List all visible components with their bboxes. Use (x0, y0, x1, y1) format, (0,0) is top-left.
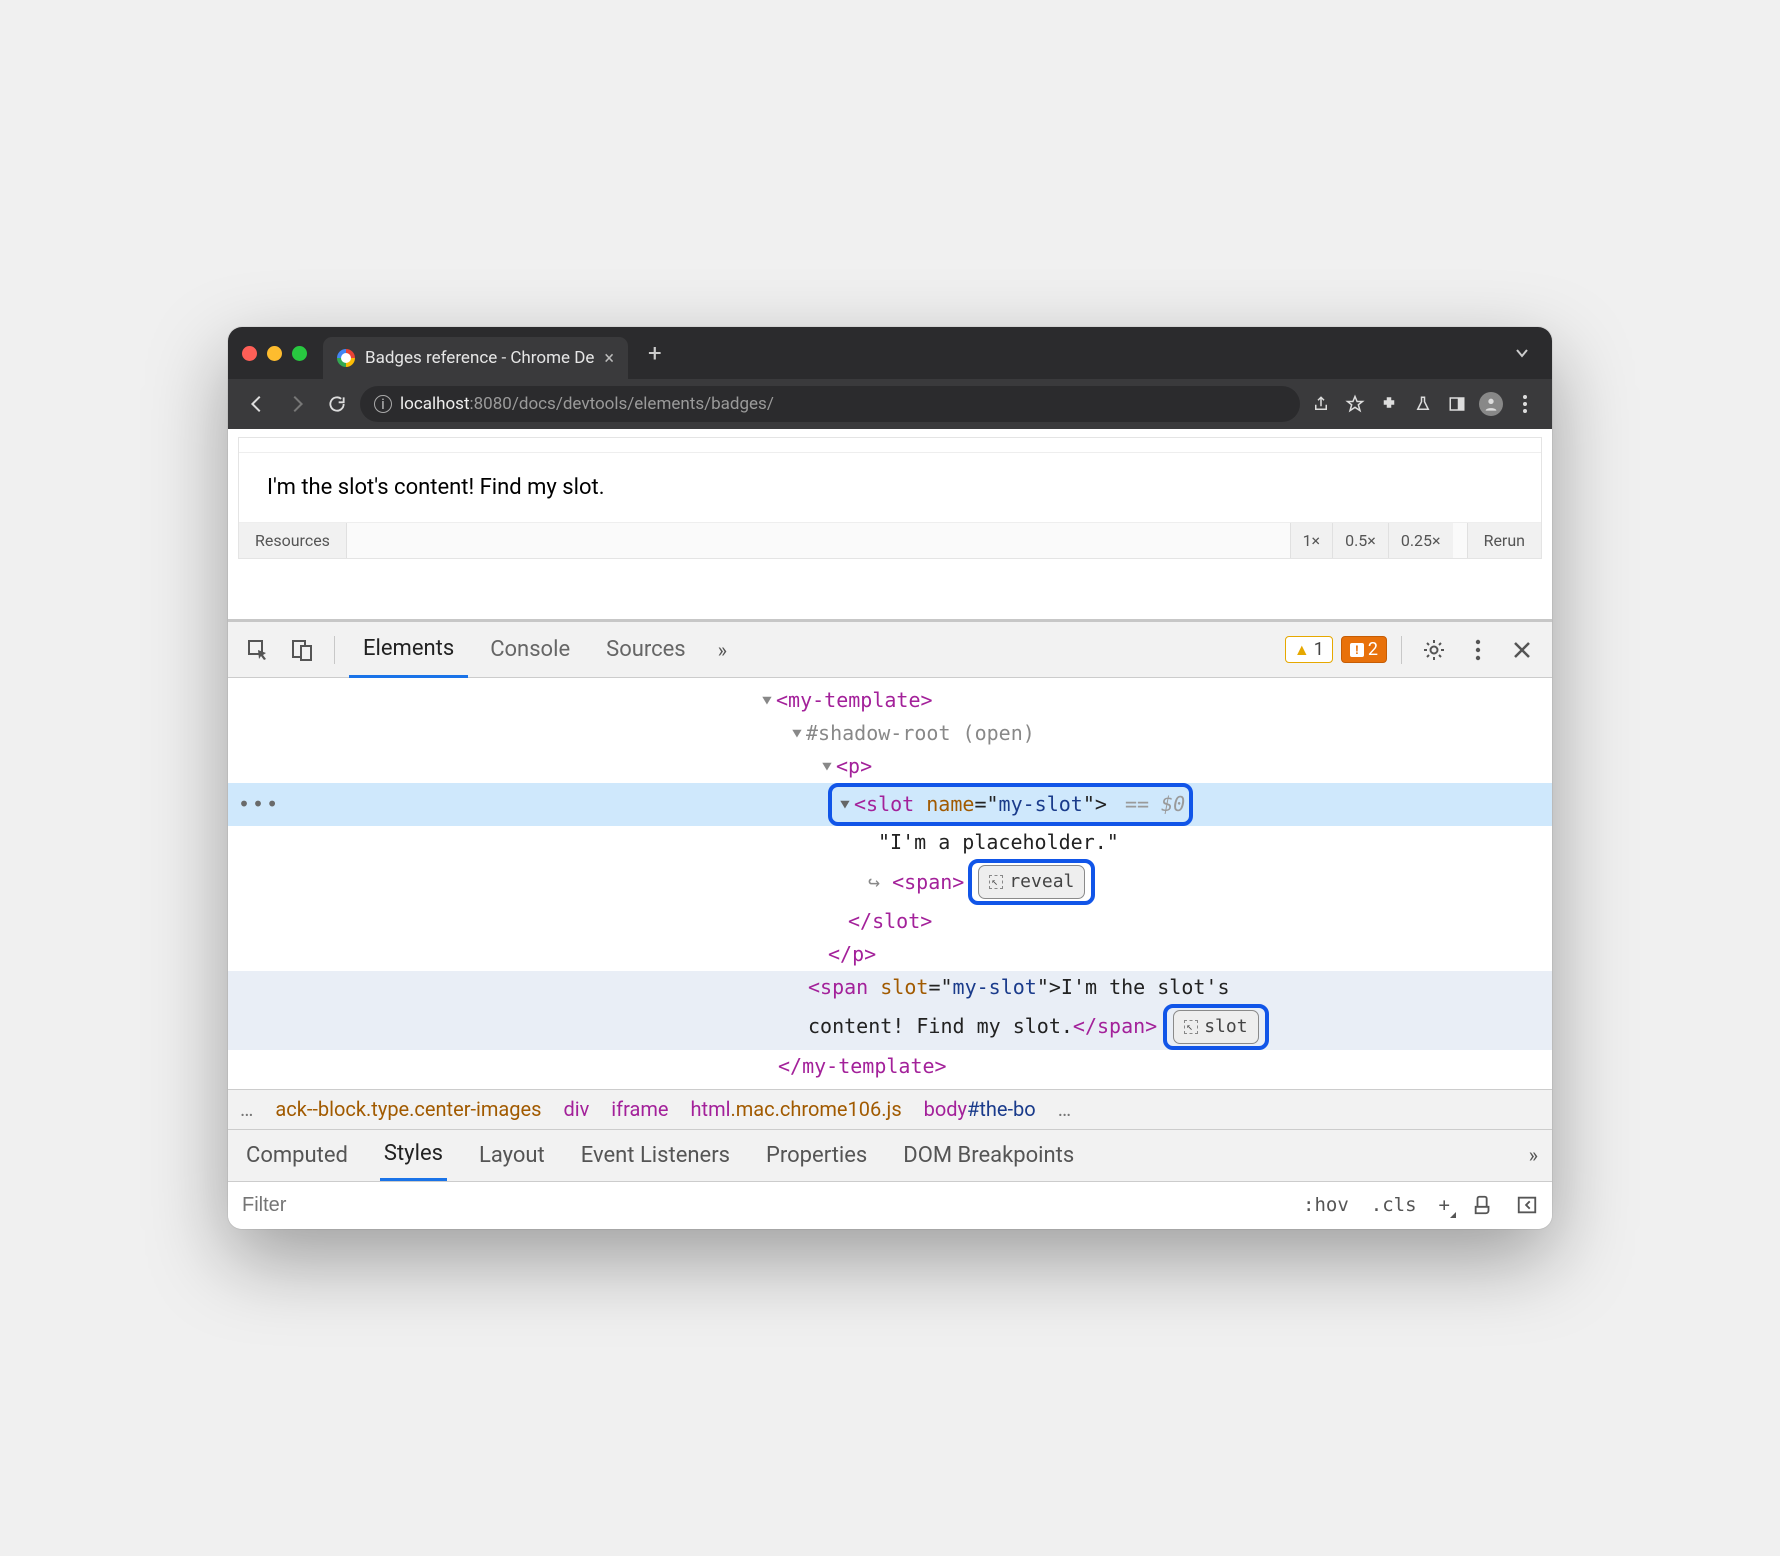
url-host: localhost (400, 394, 470, 414)
titlebar: Badges reference - Chrome De × + (228, 327, 1552, 379)
tab-event-listeners[interactable]: Event Listeners (577, 1131, 734, 1180)
breadcrumb-item[interactable]: iframe (611, 1097, 668, 1121)
tab-styles[interactable]: Styles (380, 1129, 447, 1181)
dom-breadcrumb[interactable]: … ack--block.type.center-images div ifra… (228, 1089, 1552, 1129)
settings-gear-icon[interactable] (1416, 632, 1452, 668)
demo-footer: Resources 1× 0.5× 0.25× Rerun (239, 522, 1541, 558)
dom-row[interactable]: ↪ <span> reveal (228, 859, 1552, 905)
breadcrumb-item[interactable]: body#the-bo (924, 1097, 1036, 1121)
close-devtools-icon[interactable] (1504, 632, 1540, 668)
styles-tabs: Computed Styles Layout Event Listeners P… (228, 1129, 1552, 1181)
dom-row[interactable]: </p> (228, 938, 1552, 971)
issues-badge[interactable]: ! 2 (1341, 636, 1387, 663)
extensions-icon[interactable] (1374, 389, 1404, 419)
inspect-element-icon[interactable] (240, 632, 276, 668)
device-toggle-icon[interactable] (284, 632, 320, 668)
close-window-button[interactable] (242, 346, 257, 361)
more-tabs-chevron-icon[interactable]: » (708, 638, 737, 662)
new-tab-button[interactable]: + (638, 339, 672, 367)
dom-row[interactable]: </slot> (228, 905, 1552, 938)
tab-sources[interactable]: Sources (592, 623, 700, 676)
zoom-1x-button[interactable]: 1× (1290, 523, 1333, 558)
page-viewport: I'm the slot's content! Find my slot. Re… (228, 429, 1552, 619)
row-actions-icon[interactable]: ••• (238, 788, 280, 821)
more-style-tabs-icon[interactable]: » (1529, 1143, 1538, 1167)
close-tab-button[interactable]: × (604, 348, 614, 369)
tab-layout[interactable]: Layout (475, 1131, 549, 1180)
expand-arrow-icon[interactable]: ▼ (834, 794, 856, 815)
toggle-sidebar-icon[interactable] (1512, 1194, 1542, 1216)
tab-console[interactable]: Console (476, 623, 584, 676)
dom-row[interactable]: </my-template> (228, 1050, 1552, 1083)
browser-tab[interactable]: Badges reference - Chrome De × (323, 337, 628, 379)
toolbar-icons (1306, 389, 1540, 419)
breadcrumb-overflow-left[interactable]: … (240, 1097, 253, 1121)
styles-filter-input[interactable] (238, 1190, 1285, 1221)
tab-elements[interactable]: Elements (349, 622, 468, 678)
paint-brush-icon[interactable] (1468, 1194, 1498, 1216)
url-port: :8080 (470, 394, 512, 414)
url-path: /docs/devtools/elements/badges/ (512, 394, 774, 414)
chrome-favicon-icon (337, 349, 355, 367)
reveal-pointer-icon (989, 875, 1003, 889)
menu-kebab-icon[interactable] (1510, 389, 1540, 419)
tab-title: Badges reference - Chrome De (365, 348, 594, 368)
styles-filter-bar: :hov .cls + (228, 1181, 1552, 1229)
tab-list-button[interactable] (1506, 345, 1538, 361)
site-info-icon[interactable]: i (374, 395, 392, 413)
cls-toggle-button[interactable]: .cls (1367, 1194, 1421, 1216)
share-icon[interactable] (1306, 389, 1336, 419)
dom-row-selected[interactable]: ••• ▼<slot name="my-slot"> == $0 (228, 783, 1552, 826)
new-style-rule-button[interactable]: + (1435, 1194, 1454, 1216)
dom-row[interactable]: ▼<p> (228, 750, 1552, 783)
issues-count: 2 (1368, 639, 1378, 660)
warning-triangle-icon: ▲ (1294, 640, 1310, 660)
expand-arrow-icon[interactable]: ▼ (816, 756, 838, 777)
breadcrumb-overflow-right[interactable]: … (1058, 1097, 1071, 1121)
traffic-lights (242, 346, 307, 361)
forward-button[interactable] (280, 387, 314, 421)
tab-dom-breakpoints[interactable]: DOM Breakpoints (899, 1131, 1078, 1180)
issues-flag-icon: ! (1350, 643, 1364, 657)
expand-arrow-icon[interactable]: ▼ (786, 723, 808, 744)
dom-row[interactable]: ▼#shadow-root (open) (228, 717, 1552, 750)
dom-row-hovered[interactable]: content! Find my slot.</span> slot (228, 1004, 1552, 1050)
warnings-count: 1 (1314, 639, 1324, 660)
tab-computed[interactable]: Computed (242, 1131, 352, 1180)
breadcrumb-item[interactable]: html.mac.chrome106.js (691, 1097, 902, 1121)
labs-flask-icon[interactable] (1408, 389, 1438, 419)
resources-button[interactable]: Resources (239, 523, 347, 558)
dom-row-hovered[interactable]: <span slot="my-slot">I'm the slot's (228, 971, 1552, 1004)
panel-icon[interactable] (1442, 389, 1472, 419)
rerun-button[interactable]: Rerun (1467, 523, 1541, 558)
dom-tree[interactable]: ▼<my-template> ▼#shadow-root (open) ▼<p>… (228, 678, 1552, 1088)
reload-button[interactable] (320, 387, 354, 421)
minimize-window-button[interactable] (267, 346, 282, 361)
warnings-badge[interactable]: ▲ 1 (1285, 636, 1333, 663)
breadcrumb-item[interactable]: div (563, 1097, 589, 1121)
devtools-toolbar: Elements Console Sources » ▲ 1 ! 2 (228, 622, 1552, 678)
breadcrumb-item[interactable]: ack--block.type.center-images (275, 1097, 541, 1121)
maximize-window-button[interactable] (292, 346, 307, 361)
bookmark-star-icon[interactable] (1340, 389, 1370, 419)
expand-arrow-icon[interactable]: ▼ (756, 690, 778, 711)
address-bar: i localhost:8080/docs/devtools/elements/… (228, 379, 1552, 429)
slot-badge[interactable]: slot (1173, 1010, 1258, 1044)
dom-row[interactable]: ▼<my-template> (228, 684, 1552, 717)
profile-avatar-icon[interactable] (1476, 389, 1506, 419)
zoom-05x-button[interactable]: 0.5× (1332, 523, 1388, 558)
slot-pointer-icon (1184, 1020, 1198, 1034)
slot-badge-highlight: slot (1163, 1004, 1268, 1050)
hov-toggle-button[interactable]: :hov (1299, 1194, 1353, 1216)
tab-properties[interactable]: Properties (762, 1131, 871, 1180)
devtools-menu-icon[interactable] (1460, 632, 1496, 668)
back-button[interactable] (240, 387, 274, 421)
reveal-badge[interactable]: reveal (978, 865, 1085, 899)
page-body-text: I'm the slot's content! Find my slot. (239, 452, 1541, 522)
dom-row[interactable]: "I'm a placeholder." (228, 826, 1552, 859)
zoom-025x-button[interactable]: 0.25× (1388, 523, 1453, 558)
browser-window: Badges reference - Chrome De × + i local… (228, 327, 1552, 1228)
url-box[interactable]: i localhost:8080/docs/devtools/elements/… (360, 386, 1300, 422)
reveal-badge-highlight: reveal (968, 859, 1095, 905)
